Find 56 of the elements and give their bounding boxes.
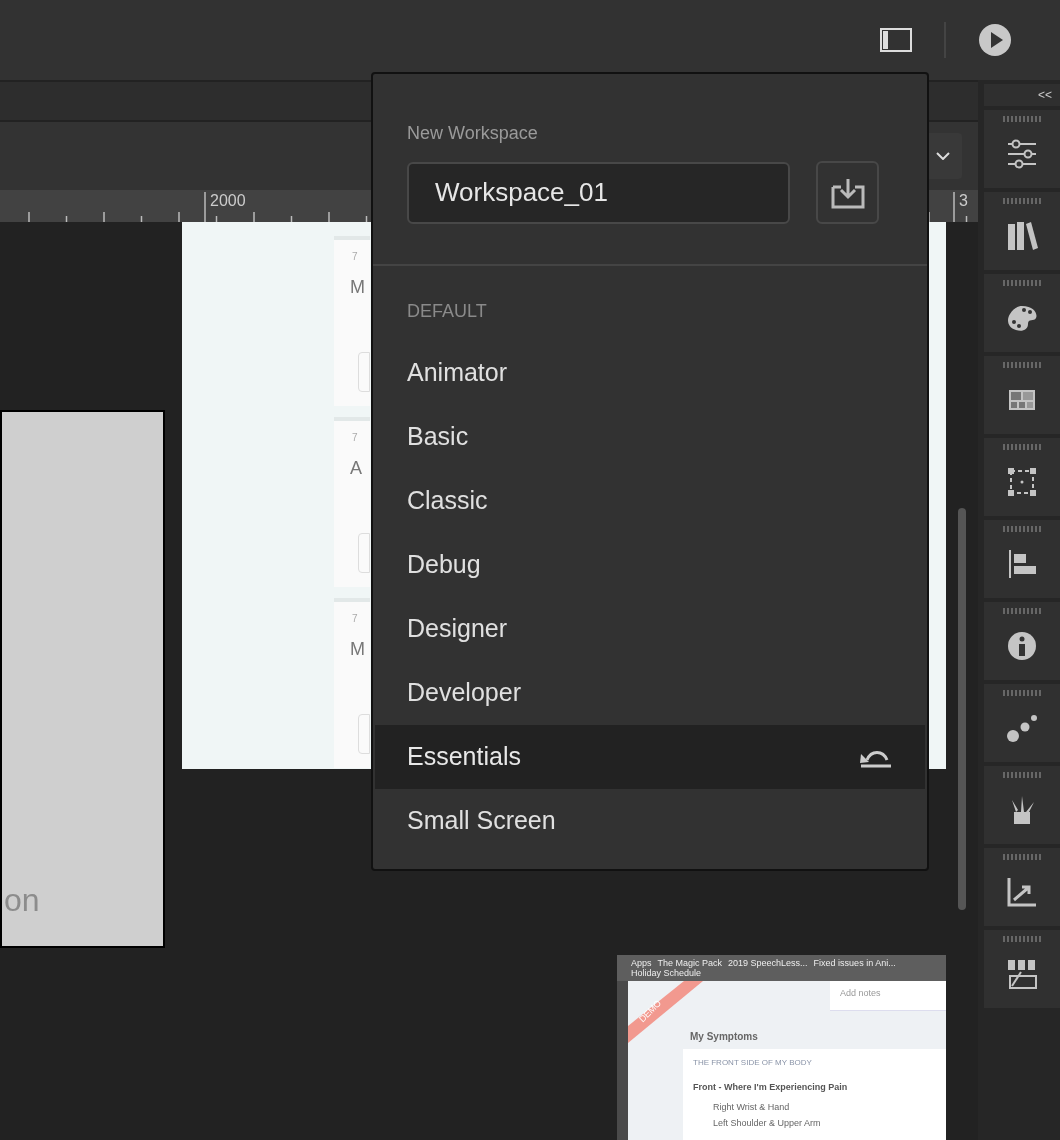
sliders-icon (1006, 138, 1038, 170)
workspace-item[interactable]: Basic (375, 405, 925, 469)
workspace-item[interactable]: Small Screen (375, 789, 925, 853)
chart-icon (1006, 876, 1038, 908)
workspace-item[interactable]: Essentials (375, 725, 925, 789)
download-icon (830, 176, 865, 209)
bookmark[interactable]: Holiday Schedule (631, 968, 702, 978)
panel-button[interactable] (984, 766, 1060, 844)
collapse-button[interactable]: << (984, 84, 1060, 106)
bookmark[interactable]: 2019 SpeechLess... (728, 958, 808, 968)
card-title: M (350, 278, 365, 296)
workspace-name-field[interactable]: Workspace_01 (407, 161, 790, 224)
ruler-label: 3 (959, 193, 968, 209)
bookmark[interactable]: The Magic Pack (657, 958, 723, 968)
card-number: 7 (352, 614, 358, 624)
workspace-item[interactable]: Debug (375, 533, 925, 597)
workspace-item[interactable]: Designer (375, 597, 925, 661)
ruler-label: 2000 (210, 193, 246, 209)
group-heading: DEFAULT (406, 300, 488, 323)
panel-button[interactable] (984, 602, 1060, 680)
books-icon (1006, 220, 1038, 252)
info-icon (1006, 630, 1038, 662)
panel-button[interactable] (984, 438, 1060, 516)
panel-button[interactable] (984, 930, 1060, 1008)
bookmark[interactable]: Fixed issues in Ani... (813, 958, 896, 968)
save-workspace-button[interactable] (816, 161, 879, 224)
symptom-item: Left Shoulder & Upper Arm (713, 1119, 821, 1128)
workspace-icon[interactable] (880, 28, 912, 52)
align-icon (1006, 548, 1038, 580)
bookmark[interactable]: Apps (631, 958, 652, 968)
card-number: 7 (352, 433, 358, 443)
section-title: THE FRONT SIDE OF MY BODY (693, 1057, 812, 1069)
preview-heading: My Symptoms (690, 1030, 758, 1044)
panel-button[interactable] (984, 274, 1060, 352)
panel-button[interactable] (984, 356, 1060, 434)
transform-icon (1006, 466, 1038, 498)
play-icon[interactable] (978, 23, 1012, 57)
card-title: A (350, 459, 362, 477)
workspace-item[interactable]: Classic (375, 469, 925, 533)
panel-button[interactable] (984, 684, 1060, 762)
side-box-text: on (4, 884, 40, 916)
panel-button[interactable] (984, 110, 1060, 188)
panel-button[interactable] (984, 848, 1060, 926)
dots-icon (1006, 712, 1038, 744)
panel-button[interactable] (984, 192, 1060, 270)
scrollbar[interactable] (958, 508, 966, 910)
card-title: M (350, 640, 365, 658)
section-subheading: Front - Where I'm Experiencing Pain (693, 1081, 848, 1094)
field-label: New Workspace (407, 122, 539, 145)
panel-button[interactable] (984, 520, 1060, 598)
card-number: 7 (352, 252, 358, 262)
symptom-item: Right Wrist & Hand (713, 1103, 790, 1112)
chevron-down-icon (936, 152, 950, 160)
components-icon (1006, 958, 1038, 990)
workspace-item[interactable]: Animator (375, 341, 925, 405)
workspace-item[interactable]: Developer (375, 661, 925, 725)
